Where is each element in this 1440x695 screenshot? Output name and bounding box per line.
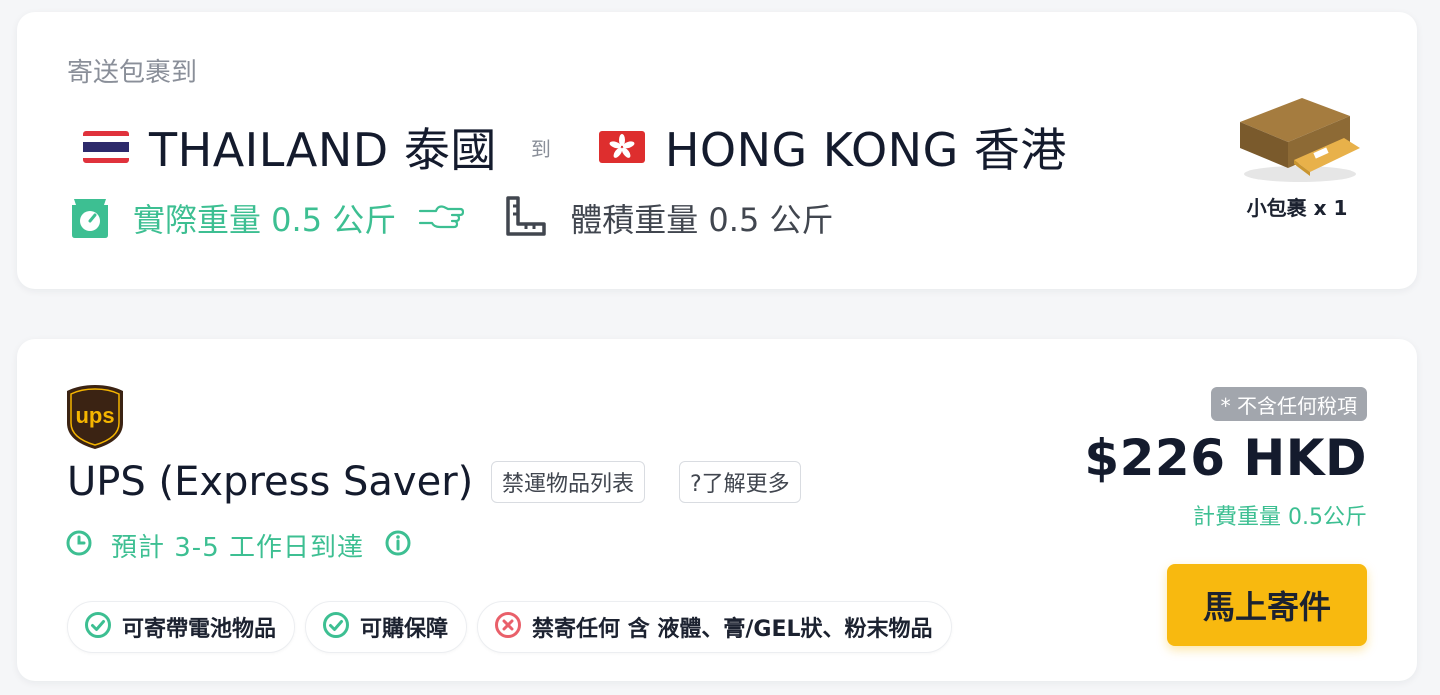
carrier-name: UPS (Express Saver) [67,459,474,505]
parcel-summary: 小包裹 x 1 [1227,88,1367,221]
ups-logo-icon: ups [65,383,125,451]
ruler-icon [506,196,546,240]
parcel-label: 小包裹 x 1 [1246,196,1348,220]
eta-text: 預計 3-5 工作日到達 [111,532,364,563]
eta-row: 預計 3-5 工作日到達 [65,525,412,565]
destination-country: HONG KONG 香港 [664,123,1067,177]
route-card: 寄送包裹到 THAILAND 泰國 到 HONG KONG 香港 實際重量 0.… [17,12,1417,289]
scale-icon [69,193,111,243]
feature-label: 可購保障 [360,617,449,642]
feature-item-prohibited: 禁寄任何 含 液體、膏/GEL狀、粉末物品 [477,601,952,653]
info-icon[interactable] [384,529,412,561]
feature-label: 禁寄任何 含 液體、膏/GEL狀、粉末物品 [532,617,933,642]
actual-weight: 實際重量 0.5 公斤 [133,201,397,239]
send-label: 寄送包裹到 [67,58,198,88]
route-row: THAILAND 泰國 到 HONG KONG 香港 [83,116,1067,178]
svg-text:ups: ups [75,403,114,428]
check-circle-icon [84,611,112,643]
tax-excluded-badge: * 不含任何稅項 [1210,387,1367,421]
origin-country: THAILAND 泰國 [149,123,497,177]
x-circle-icon [494,611,522,643]
hong-kong-flag-icon [598,131,645,163]
parcel-box-icon [1232,98,1362,188]
billing-weight: 計費重量 0.5公斤 [1193,505,1367,530]
feature-list: 可寄帶電池物品 可購保障 禁寄任何 含 液體、膏/GEL狀、粉末物品 [67,601,952,653]
route-to-word: 到 [530,136,551,161]
volumetric-weight: 體積重量 0.5 公斤 [570,201,834,239]
price: $226 HKD [1084,429,1367,487]
quote-card: ups UPS (Express Saver) 禁運物品列表 ?了解更多 預計 … [17,339,1417,681]
ship-now-button[interactable]: 馬上寄件 [1167,564,1367,646]
learn-more-link[interactable]: ?了解更多 [679,461,801,503]
feature-item-battery: 可寄帶電池物品 [67,601,296,653]
feature-item-insurance: 可購保障 [305,601,468,653]
prohibited-items-list-link[interactable]: 禁運物品列表 [491,461,646,503]
pointing-hand-icon [416,201,465,235]
weight-row: 實際重量 0.5 公斤 體積重量 0.5 公斤 [69,192,834,244]
feature-label: 可寄帶電池物品 [122,617,277,642]
thailand-flag-icon [83,131,129,163]
check-circle-icon [322,611,350,643]
clock-icon [65,529,93,561]
